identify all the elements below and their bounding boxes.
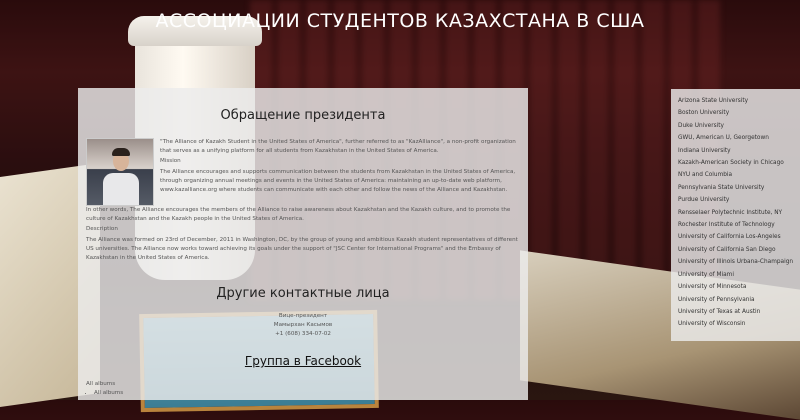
university-link[interactable]: Purdue University bbox=[678, 194, 800, 206]
mission-text: The Alliance encourages and supports com… bbox=[160, 168, 516, 194]
mission-label: Mission bbox=[160, 158, 181, 165]
university-link[interactable]: University of Wisconsin bbox=[678, 318, 800, 330]
photo-body bbox=[103, 173, 139, 205]
university-link[interactable]: Rensselaer Polytechnic Institute, NY bbox=[678, 207, 800, 219]
site-title: АССОЦИАЦИИ СТУДЕНТОВ КАЗАХСТАНА В США bbox=[155, 10, 645, 32]
university-link[interactable]: University of Illinois Urbana-Champaign bbox=[678, 256, 800, 268]
facebook-group-link[interactable]: Группа в Facebook bbox=[78, 354, 528, 368]
university-link[interactable]: Arizona State University bbox=[678, 95, 800, 107]
contact-phone: +1 (608) 334-07-02 bbox=[275, 331, 331, 338]
university-link[interactable]: University of Miami bbox=[678, 269, 800, 281]
university-link[interactable]: Rochester Institute of Technology bbox=[678, 219, 800, 231]
university-link[interactable]: University of Minnesota bbox=[678, 281, 800, 293]
university-link[interactable]: University of California San Diego bbox=[678, 244, 800, 256]
mission-text-2: In other words, The Alliance encourages … bbox=[86, 207, 511, 223]
university-link[interactable]: Indiana University bbox=[678, 145, 800, 157]
universities-sidebar: Arizona State University Boston Universi… bbox=[671, 89, 800, 341]
university-link[interactable]: Pennsylvania State University bbox=[678, 182, 800, 194]
president-photo bbox=[86, 138, 154, 206]
universities-list: Arizona State University Boston Universi… bbox=[671, 89, 800, 331]
president-address-heading: Обращение президента bbox=[220, 108, 386, 123]
description-label: Description bbox=[86, 226, 118, 233]
university-link[interactable]: University of Texas at Austin bbox=[678, 306, 800, 318]
university-link[interactable]: University of Pennsylvania bbox=[678, 294, 800, 306]
university-link[interactable]: Duke University bbox=[678, 120, 800, 132]
main-content-panel: Обращение президента "The Alliance of Ka… bbox=[78, 88, 528, 400]
president-lower-text: In other words, The Alliance encourages … bbox=[86, 206, 522, 264]
contact-name: Мамырхан Касымов bbox=[273, 322, 333, 329]
albums-section: All albums All albums bbox=[86, 380, 123, 398]
president-intro: "The Alliance of Kazakh Student in the U… bbox=[160, 138, 520, 196]
university-link[interactable]: Boston University bbox=[678, 107, 800, 119]
university-link[interactable]: Kazakh-American Society in Chicago bbox=[678, 157, 800, 169]
albums-list: All albums bbox=[86, 389, 123, 398]
university-link[interactable]: University of California Los-Angeles bbox=[678, 231, 800, 243]
contacts-heading: Другие контактные лица bbox=[216, 286, 390, 301]
contact-role: Вице-президент bbox=[278, 313, 328, 319]
university-link[interactable]: GWU, American U, Georgetown bbox=[678, 132, 800, 144]
description-text: The Alliance was formed on 23rd of Decem… bbox=[86, 236, 518, 262]
intro-text: "The Alliance of Kazakh Student in the U… bbox=[160, 139, 516, 155]
albums-label: All albums bbox=[86, 381, 116, 387]
albums-item[interactable]: All albums bbox=[94, 389, 123, 398]
university-link[interactable]: NYU and Columbia bbox=[678, 169, 800, 181]
photo-hair bbox=[112, 148, 130, 156]
contact-block: Вице-президент Мамырхан Касымов +1 (608)… bbox=[78, 312, 528, 340]
